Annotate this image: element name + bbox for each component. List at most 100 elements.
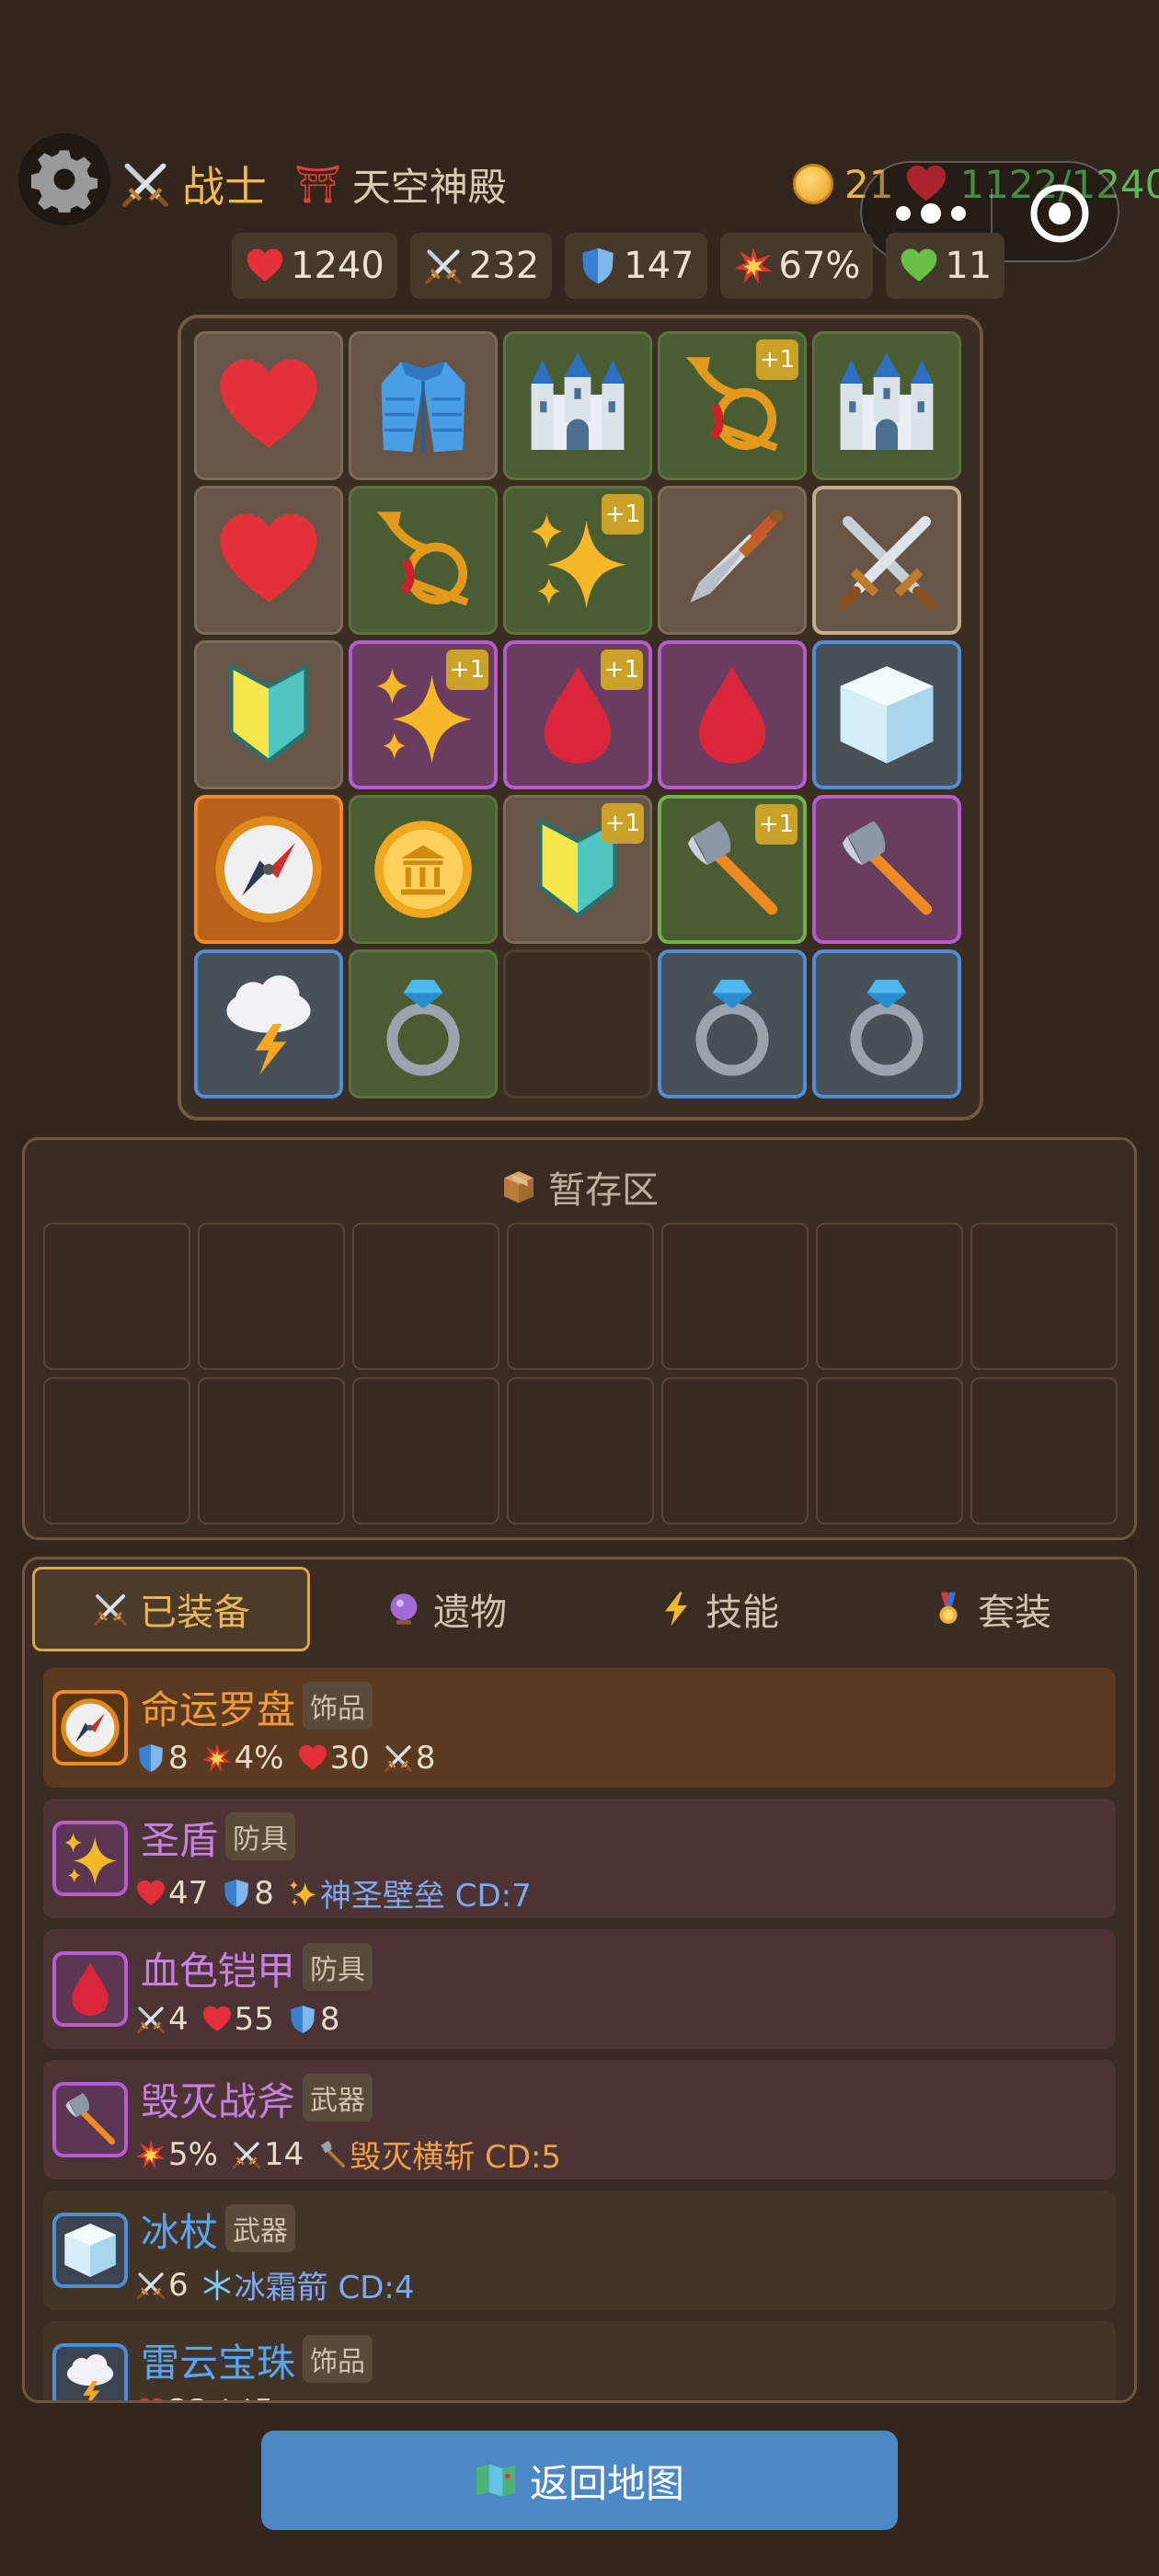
item-stats: 4 55 8 <box>135 2001 340 2038</box>
stat-crit: 5% <box>135 2136 218 2173</box>
grid-cell-ice-cube[interactable] <box>812 640 961 789</box>
crossed-swords-icon <box>423 246 464 286</box>
storage-slot[interactable] <box>352 1377 499 1524</box>
item-name: 圣盾 <box>141 1818 219 1863</box>
storage-slot[interactable] <box>661 1377 809 1524</box>
more-icon[interactable] <box>889 200 972 227</box>
item-name: 命运罗盘 <box>141 1687 296 1732</box>
settings-button[interactable] <box>18 133 110 225</box>
grid-cell-castle[interactable] <box>503 331 652 480</box>
grid-cell-ring[interactable] <box>812 949 961 1098</box>
upgrade-badge: +1 <box>755 804 798 845</box>
storage-slot[interactable] <box>970 1377 1118 1524</box>
grid-cell-beginner-badge[interactable]: +1 <box>503 795 652 944</box>
tab-equipped[interactable]: 已装备 <box>32 1567 310 1651</box>
grid-cell-heart[interactable] <box>194 331 343 480</box>
crossed-swords-icon <box>832 505 942 615</box>
stat-hp: 55 <box>201 2001 274 2038</box>
tab-skills[interactable]: 技能 <box>582 1567 855 1651</box>
close-icon[interactable] <box>1027 181 1092 246</box>
stat-regen-value: 11 <box>945 245 993 287</box>
item-tag: 防具 <box>225 1812 296 1860</box>
storage-slot[interactable] <box>43 1377 190 1524</box>
stat-crit: 4% <box>201 1740 284 1777</box>
item-name: 雷云宝珠 <box>141 2340 296 2386</box>
stat-hp: 30 <box>297 1740 370 1777</box>
class-name: 战士 <box>182 162 267 212</box>
list-item-compass[interactable]: 命运罗盘 饰品 8 4% 30 8 <box>43 1668 1116 1788</box>
storage-slot[interactable] <box>352 1223 499 1370</box>
storage-slot[interactable] <box>816 1377 963 1524</box>
item-skill: 冰霜箭 CD:4 <box>201 2262 414 2307</box>
list-item-doom-axe[interactable]: 毁灭战斧 武器 5% 14 毁灭横斩 CD:5 <box>43 2060 1116 2179</box>
grid-cell-gold-coin[interactable] <box>349 795 498 944</box>
list-item-blood-armor[interactable]: 血色铠甲 防具 4 55 8 <box>43 1929 1116 2049</box>
compass-icon <box>213 814 324 925</box>
stat-bar: 1240 232 147 67% 11 <box>232 233 1005 299</box>
item-title: 毁灭战斧 武器 <box>141 2071 373 2127</box>
item-stats: 6 冰霜箭 CD:4 <box>135 2262 414 2307</box>
item-title: 圣盾 防具 <box>141 1810 296 1866</box>
grid-cell-beginner-badge[interactable] <box>194 640 343 789</box>
shield-icon <box>221 1878 252 1909</box>
back-to-map-button[interactable]: 返回地图 <box>261 2431 898 2530</box>
map-icon <box>475 2462 517 2499</box>
crossed-swords-icon <box>221 2396 252 2400</box>
storage-slot[interactable] <box>970 1223 1118 1370</box>
grid-cell-crossed-swords[interactable] <box>812 486 961 635</box>
coat-icon <box>368 351 478 461</box>
tab-relics[interactable]: 遗物 <box>310 1567 582 1651</box>
ice-cube-icon <box>832 660 942 770</box>
storage-slot[interactable] <box>507 1377 654 1524</box>
tab-sets[interactable]: 套装 <box>855 1567 1127 1651</box>
axe-icon <box>832 814 942 925</box>
storage-slot[interactable] <box>661 1223 809 1370</box>
item-skill: 神圣壁垒 CD:7 <box>287 1870 532 1915</box>
grid-cell-sparkles[interactable]: +1 <box>503 486 652 635</box>
grid-cell-storm-cloud[interactable] <box>194 949 343 1098</box>
item-tag: 饰品 <box>303 1682 373 1730</box>
tab-equipped-label: 已装备 <box>140 1592 250 1634</box>
capsule-divider <box>991 189 993 238</box>
coin-icon <box>793 164 833 204</box>
burst-icon <box>135 2139 166 2170</box>
stat-defense: 8 <box>287 2001 340 2038</box>
shield-icon <box>135 1742 166 1774</box>
grid-cell-horn[interactable]: +1 <box>658 331 807 480</box>
stat-defense-value: 147 <box>624 245 694 287</box>
heart-icon <box>213 505 324 615</box>
grid-cell-heart[interactable] <box>194 486 343 635</box>
item-stats: 47 8 神圣壁垒 CD:7 <box>135 1870 532 1915</box>
grid-cell-castle[interactable] <box>812 331 961 480</box>
grid-cell-horn[interactable] <box>349 486 498 635</box>
grid-cell-blood-drop[interactable] <box>658 640 807 789</box>
stat-attack: 6 <box>135 2267 189 2304</box>
grid-cell-ring[interactable] <box>349 949 498 1098</box>
storage-slot[interactable] <box>816 1223 963 1370</box>
grid-cell-sparkles[interactable]: +1 <box>349 640 498 789</box>
item-skill: 毁灭横斩 CD:5 <box>316 2132 561 2177</box>
empty-slot[interactable] <box>503 949 652 1098</box>
heart-icon <box>245 246 285 286</box>
list-item-holy-shield[interactable]: 圣盾 防具 47 8 神圣壁垒 CD:7 <box>43 1799 1116 1918</box>
storage-slot[interactable] <box>507 1223 654 1370</box>
list-item-ice-staff[interactable]: 冰杖 武器 6 冰霜箭 CD:4 <box>43 2191 1116 2310</box>
blood-drop-icon <box>52 1951 128 2027</box>
stat-crit: 67% <box>719 233 874 299</box>
stat-attack: 5 <box>221 2393 274 2400</box>
torii-gate-icon: ⛩ <box>294 163 341 206</box>
grid-cell-ring[interactable] <box>658 949 807 1098</box>
grid-cell-compass[interactable] <box>194 795 343 944</box>
storage-slot[interactable] <box>198 1377 345 1524</box>
grid-cell-coat[interactable] <box>349 331 498 480</box>
storage-slot[interactable] <box>43 1223 190 1370</box>
grid-cell-blood-drop[interactable]: +1 <box>503 640 652 789</box>
grid-cell-axe[interactable]: +1 <box>658 795 807 944</box>
castle-icon <box>522 351 633 461</box>
grid-cell-dagger[interactable] <box>658 486 807 635</box>
snowflake-icon <box>201 2270 233 2301</box>
grid-cell-axe[interactable] <box>812 795 961 944</box>
storage-slot[interactable] <box>198 1223 345 1370</box>
stat-attack-value: 232 <box>468 245 540 287</box>
list-item-thunder-orb[interactable]: 雷云宝珠饰品 23 5 <box>43 2321 1116 2400</box>
